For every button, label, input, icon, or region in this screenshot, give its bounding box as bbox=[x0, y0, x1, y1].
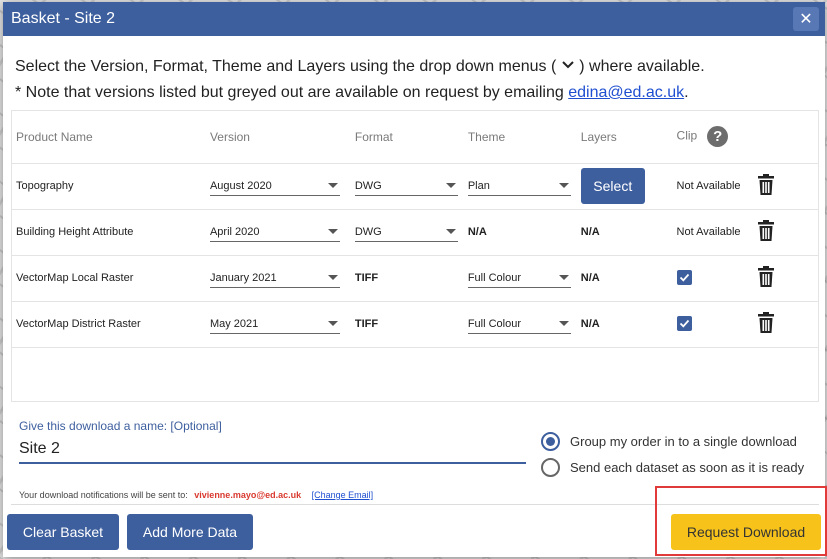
clip-status: Not Available bbox=[672, 163, 753, 210]
option-each-dataset[interactable]: Send each dataset as soon as it is ready bbox=[541, 458, 804, 477]
header-theme: Theme bbox=[463, 111, 577, 164]
layers-value: N/A bbox=[576, 209, 673, 256]
dropdown-arrow-icon bbox=[445, 183, 456, 188]
notify-text: Your download notifications will be sent… bbox=[19, 490, 188, 500]
header-layers: Layers bbox=[576, 111, 673, 164]
format-value: DWG bbox=[354, 225, 382, 238]
table-row: VectorMap District Raster May 2021 TIFF … bbox=[12, 301, 818, 348]
dropdown-arrow-icon bbox=[327, 321, 338, 326]
version-value: January 2021 bbox=[209, 271, 277, 284]
option-single-label: Group my order in to a single download bbox=[570, 434, 797, 449]
table-row: VectorMap Local Raster January 2021 TIFF… bbox=[12, 255, 818, 302]
trash-icon[interactable] bbox=[756, 219, 776, 242]
version-value: May 2021 bbox=[209, 317, 259, 330]
dropdown-arrow-icon bbox=[327, 183, 338, 188]
dialog-titlebar: Basket - Site 2 ✕ bbox=[3, 2, 825, 36]
clip-checkbox[interactable] bbox=[676, 270, 692, 285]
format-value: TIFF bbox=[350, 255, 464, 302]
option-single-download[interactable]: Group my order in to a single download bbox=[541, 432, 797, 451]
version-select[interactable]: April 2020 bbox=[209, 222, 340, 242]
header-clip-label: Clip bbox=[676, 128, 698, 143]
download-name-label: Give this download a name: [Optional] bbox=[19, 419, 222, 433]
chevron-down-icon bbox=[562, 61, 574, 69]
layers-value: N/A bbox=[576, 301, 673, 348]
check-icon bbox=[679, 319, 689, 328]
theme-value: Plan bbox=[467, 179, 490, 192]
dialog-title: Basket - Site 2 bbox=[11, 10, 116, 27]
dropdown-arrow-icon bbox=[558, 275, 569, 280]
table-row: Topography August 2020 DWG Plan Select N… bbox=[12, 163, 818, 210]
basket-table: Product Name Version Format Theme Layers… bbox=[12, 111, 818, 348]
intro-line2-before: * Note that versions listed but greyed o… bbox=[15, 84, 564, 101]
product-name: Building Height Attribute bbox=[12, 209, 206, 256]
option-each-label: Send each dataset as soon as it is ready bbox=[570, 460, 805, 475]
edina-email-link[interactable]: edina@ed.ac.uk bbox=[568, 84, 684, 101]
basket-table-panel: Product Name Version Format Theme Layers… bbox=[11, 110, 819, 402]
intro-text: Select the Version, Format, Theme and La… bbox=[3, 36, 825, 106]
basket-dialog: Basket - Site 2 ✕ Select the Version, Fo… bbox=[3, 2, 825, 557]
close-icon: ✕ bbox=[799, 11, 813, 28]
header-format: Format bbox=[350, 111, 464, 164]
version-select[interactable]: May 2021 bbox=[209, 314, 340, 334]
format-value: TIFF bbox=[350, 301, 464, 348]
dropdown-arrow-icon bbox=[558, 183, 569, 188]
layers-select-button[interactable]: Select bbox=[580, 168, 645, 204]
table-row: Building Height Attribute April 2020 DWG… bbox=[12, 209, 818, 256]
format-value: DWG bbox=[354, 179, 382, 192]
version-select[interactable]: August 2020 bbox=[209, 176, 340, 196]
dropdown-arrow-icon bbox=[327, 229, 338, 234]
format-select[interactable]: DWG bbox=[354, 222, 458, 242]
intro-line1-before: Select the Version, Format, Theme and La… bbox=[15, 58, 557, 75]
intro-line2-after: . bbox=[684, 84, 689, 101]
theme-value: Full Colour bbox=[467, 271, 521, 284]
notification-info: Your download notifications will be sent… bbox=[19, 490, 373, 500]
notify-email: vivienne.mayo@ed.ac.uk bbox=[194, 490, 302, 500]
help-icon[interactable]: ? bbox=[707, 126, 729, 148]
change-email-link[interactable]: [Change Email] bbox=[312, 490, 374, 500]
header-actions bbox=[752, 111, 818, 164]
theme-select[interactable]: Full Colour bbox=[467, 268, 571, 288]
dropdown-arrow-icon bbox=[327, 275, 338, 280]
theme-value: Full Colour bbox=[467, 317, 521, 330]
product-name: Topography bbox=[12, 163, 206, 210]
clip-status: Not Available bbox=[672, 209, 753, 256]
radio-single-download[interactable] bbox=[541, 432, 560, 451]
header-clip: Clip? bbox=[672, 111, 753, 164]
trash-icon[interactable] bbox=[756, 265, 776, 288]
clip-checkbox[interactable] bbox=[676, 316, 692, 331]
highlight-box bbox=[655, 486, 827, 556]
radio-each-dataset[interactable] bbox=[541, 458, 560, 477]
dropdown-arrow-icon bbox=[445, 229, 456, 234]
intro-line1-after: ) where available. bbox=[579, 58, 705, 75]
dropdown-arrow-icon bbox=[558, 321, 569, 326]
clear-basket-button[interactable]: Clear Basket bbox=[7, 514, 119, 550]
header-product: Product Name bbox=[12, 111, 206, 164]
product-name: VectorMap District Raster bbox=[12, 301, 206, 348]
version-value: August 2020 bbox=[209, 179, 272, 192]
trash-icon[interactable] bbox=[756, 173, 776, 196]
version-select[interactable]: January 2021 bbox=[209, 268, 340, 288]
table-header-row: Product Name Version Format Theme Layers… bbox=[12, 111, 818, 164]
format-select[interactable]: DWG bbox=[354, 176, 458, 196]
trash-icon[interactable] bbox=[756, 311, 776, 334]
theme-select[interactable]: Plan bbox=[467, 176, 571, 196]
theme-select[interactable]: Full Colour bbox=[467, 314, 571, 334]
add-more-data-button[interactable]: Add More Data bbox=[127, 514, 253, 550]
header-version: Version bbox=[205, 111, 351, 164]
theme-value: N/A bbox=[463, 209, 577, 256]
product-name: VectorMap Local Raster bbox=[12, 255, 206, 302]
version-value: April 2020 bbox=[209, 225, 260, 238]
layers-value: N/A bbox=[576, 255, 673, 302]
close-button[interactable]: ✕ bbox=[793, 7, 819, 31]
check-icon bbox=[679, 273, 689, 282]
download-name-input[interactable] bbox=[19, 436, 526, 464]
